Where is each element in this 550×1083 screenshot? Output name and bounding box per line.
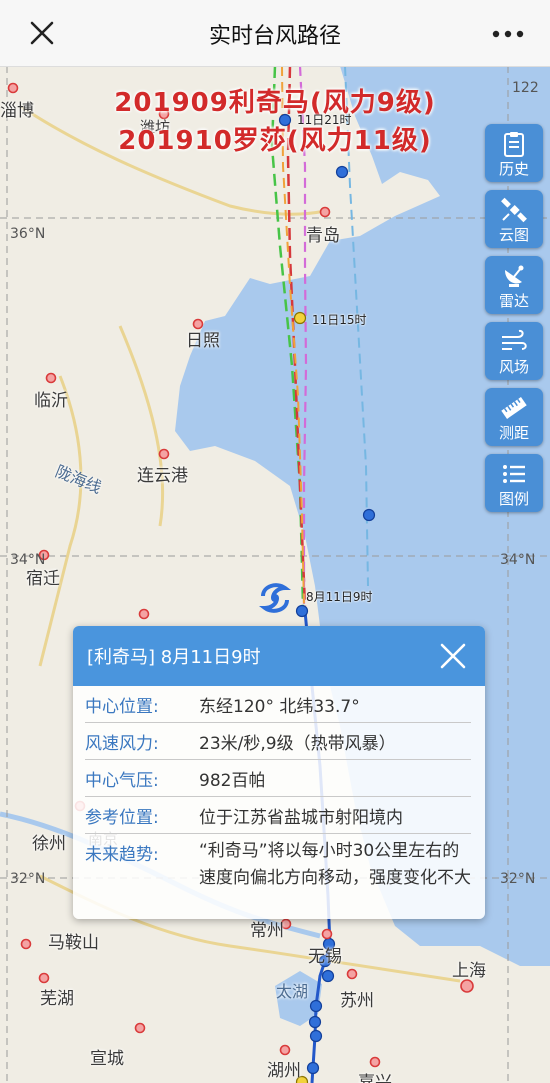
ruler-icon <box>501 397 527 419</box>
popup-value: 982百帕 <box>199 771 266 791</box>
popup-row-position: 中心位置: 东经120° 北纬33.7° <box>85 686 471 723</box>
page-title: 实时台风路径 <box>208 24 341 49</box>
cloud-image-button[interactable]: 云图 <box>485 190 543 248</box>
lat-label-32n-right: 32°N <box>500 871 536 887</box>
radar-button-label: 雷达 <box>498 292 529 310</box>
legend-button[interactable]: 图例 <box>485 454 543 512</box>
popup-row-trend: 未来趋势: “利奇马”将以每小时30公里左右的速度向偏北方向移动，强度变化不大 <box>85 834 471 919</box>
wind-field-button-label: 风场 <box>498 358 529 376</box>
typhoon-info-popup: [利奇马] 8月11日9时 中心位置: 东经120° 北纬33.7° 风速风力:… <box>73 626 485 919</box>
distance-button[interactable]: 测距 <box>485 388 543 446</box>
list-icon <box>503 465 525 483</box>
track-time-label-1: 11日21时 <box>297 113 352 127</box>
banner-line-1: 201909利奇马(风力9级) <box>114 88 436 118</box>
lat-label-34n-right: 34°N <box>500 552 536 568</box>
lat-label-36n: 36°N <box>10 226 46 242</box>
city-label-xuzhou: 徐州 <box>32 834 66 854</box>
popup-row-wind: 风速风力: 23米/秒,9级（热带风暴） <box>85 723 471 760</box>
popup-close-icon[interactable] <box>439 642 467 670</box>
city-label-shanghai: 上海 <box>452 961 486 981</box>
popup-key: 未来趋势: <box>85 845 159 865</box>
city-label-xuancheng: 宣城 <box>90 1049 124 1069</box>
city-label-wuxi: 无锡 <box>308 947 342 967</box>
city-label-suzhou: 苏州 <box>340 991 374 1011</box>
popup-value: 位于江苏省盐城市射阳境内 <box>199 808 403 828</box>
city-label-changzhou: 常州 <box>250 921 284 941</box>
clipboard-icon <box>504 132 524 157</box>
city-label-linyi: 临沂 <box>34 391 68 411</box>
popup-key: 中心位置: <box>85 697 159 717</box>
popup-key: 中心气压: <box>85 771 159 791</box>
popup-value: “利奇马”将以每小时30公里左右的速度向偏北方向移动，强度变化不大 <box>199 841 471 888</box>
city-label-qingdao: 青岛 <box>306 226 340 246</box>
lake-label-taihu: 太湖 <box>276 982 309 1001</box>
popup-key: 风速风力: <box>85 734 159 754</box>
popup-row-pressure: 中心气压: 982百帕 <box>85 760 471 797</box>
history-button[interactable]: 历史 <box>485 124 543 182</box>
popup-key: 参考位置: <box>85 808 159 828</box>
top-bar: 实时台风路径 <box>0 0 550 67</box>
city-label-wuhu: 芜湖 <box>40 989 74 1009</box>
wind-field-button[interactable]: 风场 <box>485 322 543 380</box>
city-label-rizhao: 日照 <box>186 331 220 351</box>
cloud-image-button-label: 云图 <box>498 226 529 244</box>
legend-button-label: 图例 <box>498 490 529 508</box>
city-label-lianyungang: 连云港 <box>137 466 188 486</box>
track-time-label-3: 8月11日9时 <box>306 590 373 604</box>
city-label-huzhou: 湖州 <box>267 1061 301 1081</box>
banner-line-2: 201910罗莎(风力11级) <box>118 126 432 156</box>
typhoon-map[interactable]: 淄博 潍坊 青岛 日照 临沂 连云港 陇海线 宿迁 淮安 盐城 徐州 南京 常州… <box>0 66 550 1083</box>
radar-dish-icon <box>505 265 524 287</box>
radar-button[interactable]: 雷达 <box>485 256 543 314</box>
wind-icon <box>502 329 527 350</box>
lat-label-34n-left: 34°N <box>10 552 46 568</box>
popup-row-reference: 参考位置: 位于江苏省盐城市射阳境内 <box>85 797 471 834</box>
satellite-icon <box>501 197 527 223</box>
popup-title: [利奇马] 8月11日9时 <box>87 647 261 668</box>
popup-header: [利奇马] 8月11日9时 <box>73 626 485 686</box>
popup-value: 23米/秒,9级（热带风暴） <box>199 734 396 754</box>
popup-value: 东经120° 北纬33.7° <box>199 697 360 717</box>
city-label-maanshan: 马鞍山 <box>48 933 99 953</box>
distance-button-label: 测距 <box>498 424 529 442</box>
track-time-label-2: 11日15时 <box>312 313 367 327</box>
lat-label-32n-left: 32°N <box>10 871 46 887</box>
more-icon[interactable] <box>492 30 524 38</box>
city-label-jiaxing: 嘉兴 <box>358 1073 392 1083</box>
history-button-label: 历史 <box>498 160 529 178</box>
